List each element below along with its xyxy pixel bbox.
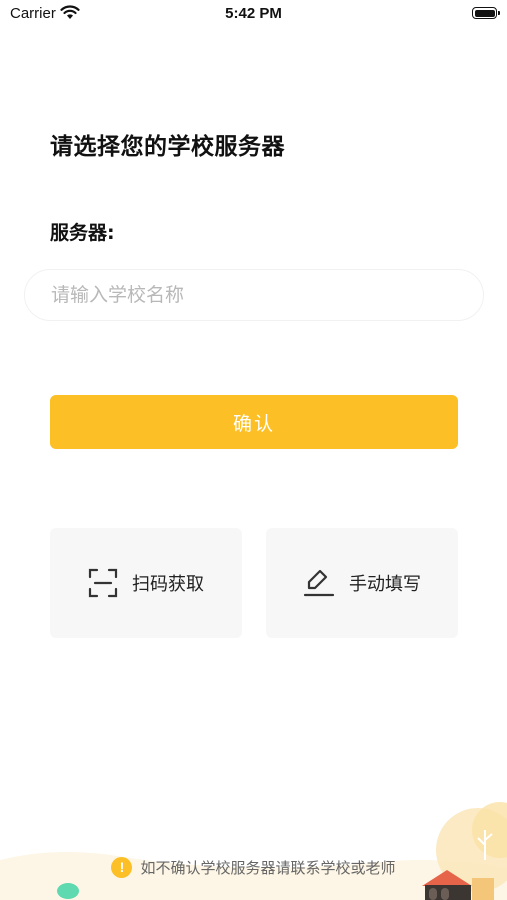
footer-note-text: 如不确认学校服务器请联系学校或老师 [140,859,396,877]
manual-option-card[interactable]: 手动填写 [266,528,458,638]
page-title: 请选择您的学校服务器 [50,134,285,160]
scan-icon [88,568,118,598]
edit-icon [303,568,335,598]
server-label: 服务器: [50,222,115,244]
footer-note: ! 如不确认学校服务器请联系学校或老师 [0,857,507,878]
alert-icon: ! [111,857,133,878]
confirm-button[interactable]: 确认 [50,395,458,449]
school-name-input[interactable] [24,269,484,321]
footer-illustration [0,802,507,900]
scan-option-label: 扫码获取 [132,574,204,595]
manual-option-label: 手动填写 [349,574,421,595]
scan-option-card[interactable]: 扫码获取 [50,528,242,638]
status-time: 5:42 PM [225,5,282,22]
status-bar: Carrier 5:42 PM [0,0,507,28]
battery-icon [472,7,500,19]
